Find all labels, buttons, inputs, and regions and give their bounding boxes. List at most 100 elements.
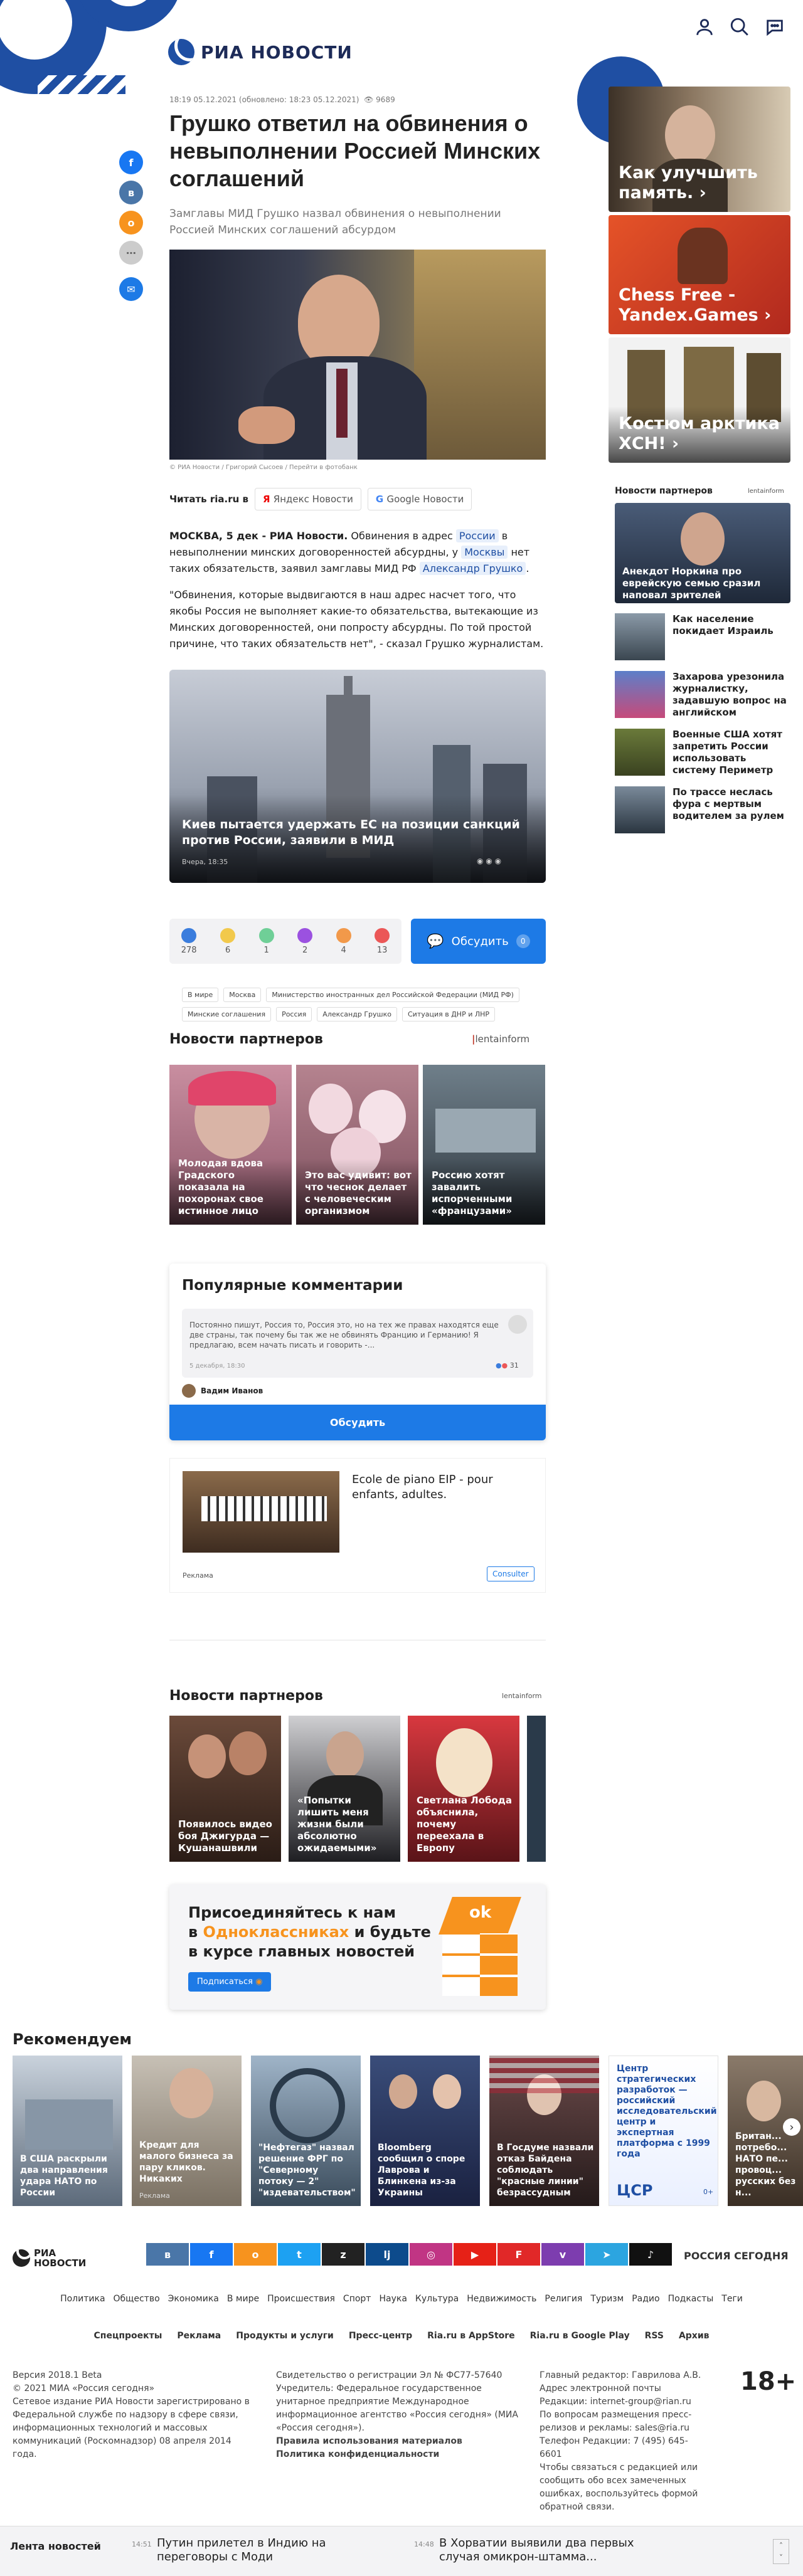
google-news-button[interactable]: G Google Новости bbox=[367, 488, 472, 510]
footer-logo[interactable]: РИА НОВОСТИ bbox=[13, 2248, 86, 2268]
tag[interactable]: Ситуация в ДНР и ЛНР bbox=[402, 1007, 496, 1021]
footer-link[interactable]: Теги bbox=[721, 2294, 743, 2304]
reaction-laugh[interactable]: 6 bbox=[220, 927, 236, 955]
ad-button[interactable]: Consulter bbox=[487, 1566, 534, 1581]
footer-link[interactable]: Происшествия bbox=[267, 2294, 335, 2304]
footer-link[interactable]: Ria.ru в AppStore bbox=[427, 2331, 515, 2341]
tag[interactable]: Министерство иностранных дел Российской … bbox=[266, 988, 519, 1002]
livejournal-icon[interactable]: lj bbox=[366, 2243, 408, 2266]
ok-icon[interactable]: о bbox=[119, 211, 143, 235]
subscribe-button[interactable]: Подписаться ◉ bbox=[188, 1972, 272, 1992]
like-icon[interactable] bbox=[508, 1315, 527, 1334]
right-partner-item[interactable]: Захарова урезонила журналистку, задавшую… bbox=[615, 671, 790, 719]
carousel-next-icon[interactable]: › bbox=[783, 2118, 800, 2136]
tiktok-icon[interactable]: ♪ bbox=[629, 2243, 672, 2266]
footer-link[interactable]: Спецпроекты bbox=[94, 2331, 162, 2341]
chat-icon[interactable] bbox=[764, 16, 785, 38]
twitter-icon[interactable]: t bbox=[278, 2243, 321, 2266]
ticker-label[interactable]: Лента новостей bbox=[10, 2540, 101, 2552]
footer-link[interactable]: В мире bbox=[227, 2294, 259, 2304]
partner-card[interactable]: «Попытки лишить меня жизни были абсолютн… bbox=[289, 1716, 400, 1862]
recommend-card[interactable]: Британ... потребо... НАТО пе... провоц..… bbox=[728, 2056, 803, 2206]
recommend-card[interactable]: В США раскрыли два направления удара НАТ… bbox=[13, 2056, 122, 2206]
tag-link-moscow[interactable]: Москвы bbox=[461, 546, 508, 559]
facebook-icon[interactable]: f bbox=[190, 2243, 233, 2266]
footer-link[interactable]: Общество bbox=[114, 2294, 160, 2304]
user-icon[interactable] bbox=[694, 16, 715, 38]
comments-icon[interactable]: ✉ bbox=[119, 277, 143, 301]
footer-link[interactable]: Ria.ru в Google Play bbox=[530, 2331, 630, 2341]
recommend-card[interactable]: "Нефтегаз" назвал решение ФРГ по "Северн… bbox=[251, 2056, 361, 2206]
lentainform-logo[interactable]: |lentainform bbox=[472, 1033, 529, 1045]
footer-link[interactable]: Экономика bbox=[168, 2294, 219, 2304]
footer-link[interactable]: Пресс-центр bbox=[349, 2331, 412, 2341]
tag[interactable]: Москва bbox=[223, 988, 262, 1002]
footer-link[interactable]: Правила использования материалов bbox=[276, 2435, 533, 2448]
footer-link[interactable]: Радио bbox=[632, 2294, 659, 2304]
partner-card[interactable]: Молодая вдова Градского показала на похо… bbox=[169, 1065, 292, 1225]
tag[interactable]: Россия bbox=[276, 1007, 312, 1021]
viber-icon[interactable]: v bbox=[541, 2243, 584, 2266]
reaction-like[interactable]: 278 bbox=[181, 927, 197, 955]
promo-card[interactable]: Chess Free - Yandex.Games › bbox=[609, 215, 790, 334]
tag-link-grushko[interactable]: Александр Грушко bbox=[419, 562, 526, 575]
rs-logo[interactable]: РОССИЯ СЕГОДНЯ bbox=[684, 2250, 789, 2262]
promo-card[interactable]: Как улучшить память. › bbox=[609, 87, 790, 212]
ticker-item[interactable]: В Хорватии выявили два первых случая оми… bbox=[439, 2536, 646, 2564]
tag[interactable]: В мире bbox=[182, 988, 219, 1002]
youtube-icon[interactable]: ▶ bbox=[454, 2243, 496, 2266]
zen-icon[interactable]: z bbox=[322, 2243, 364, 2266]
right-partner-item[interactable]: По трассе неслась фура с мертвым водител… bbox=[615, 786, 790, 833]
facebook-icon[interactable]: f bbox=[119, 150, 143, 174]
instagram-icon[interactable]: ◎ bbox=[410, 2243, 452, 2266]
footer-link[interactable]: Архив bbox=[679, 2331, 710, 2341]
footer-link[interactable]: Реклама bbox=[177, 2331, 221, 2341]
footer-link[interactable]: Политика bbox=[60, 2294, 105, 2304]
lentainform-logo[interactable]: lentainform bbox=[748, 488, 784, 495]
site-logo[interactable]: РИА НОВОСТИ bbox=[168, 39, 353, 65]
more-icon[interactable]: ⋯ bbox=[119, 241, 143, 265]
footer-link[interactable]: Туризм bbox=[590, 2294, 624, 2304]
recommend-card[interactable]: Центр стратегических разработок — россий… bbox=[609, 2056, 718, 2206]
popular-discuss-button[interactable]: Обсудить bbox=[169, 1405, 546, 1440]
article-photo[interactable] bbox=[169, 250, 546, 460]
footer-link[interactable]: Наука bbox=[379, 2294, 407, 2304]
ok-banner[interactable]: Присоединяйтесь к нам в Одноклассниках и… bbox=[169, 1884, 546, 2010]
comment-author[interactable]: Вадим Иванов bbox=[182, 1384, 263, 1398]
footer-link[interactable]: Подкасты bbox=[668, 2294, 714, 2304]
footer-link[interactable]: Недвижимость bbox=[467, 2294, 536, 2304]
footer-link[interactable]: Религия bbox=[545, 2294, 582, 2304]
search-icon[interactable] bbox=[729, 16, 750, 38]
partner-card[interactable]: Россию хотят завалить испорченными «фран… bbox=[423, 1065, 545, 1225]
reaction-dislike[interactable]: 13 bbox=[375, 927, 390, 955]
reaction-wow[interactable]: 1 bbox=[258, 927, 274, 955]
ticker-nav-icon[interactable]: ˄ ˅ bbox=[773, 2539, 789, 2564]
partner-card[interactable]: Появилось видео боя Джигурда — Кушанашви… bbox=[169, 1716, 281, 1862]
recommend-card[interactable]: Bloomberg сообщил о споре Лаврова и Блин… bbox=[370, 2056, 480, 2206]
partner-card[interactable]: Это вас удивит: вот что чеснок делает с … bbox=[296, 1065, 418, 1225]
tag[interactable]: Александр Грушко bbox=[317, 1007, 397, 1021]
promo-card[interactable]: Костюм арктика ХСН! › bbox=[609, 337, 790, 463]
discuss-button[interactable]: 💬 Обсудить 0 bbox=[411, 919, 546, 964]
footer-link[interactable]: Культура bbox=[415, 2294, 459, 2304]
ad-block[interactable]: Ecole de piano EIP - pour enfants, adult… bbox=[169, 1458, 546, 1593]
partner-card[interactable] bbox=[527, 1716, 546, 1862]
yandex-news-button[interactable]: Я Яндекс Новости bbox=[255, 488, 361, 510]
tag-link-russia[interactable]: России bbox=[455, 529, 499, 542]
vk-icon[interactable]: в bbox=[119, 181, 143, 204]
vk-icon[interactable]: в bbox=[146, 2243, 189, 2266]
ticker-item[interactable]: Путин прилетел в Индию на переговоры с М… bbox=[157, 2536, 364, 2564]
reaction-angry[interactable]: 4 bbox=[336, 927, 351, 955]
right-partner-feature[interactable]: Анекдот Норкина про еврейскую семью сраз… bbox=[615, 503, 790, 603]
footer-link[interactable]: Спорт bbox=[343, 2294, 371, 2304]
reaction-sad[interactable]: 2 bbox=[297, 927, 313, 955]
tag[interactable]: Минские соглашения bbox=[182, 1007, 272, 1021]
recommend-card[interactable]: В Госдуме назвали отказ Байдена соблюдат… bbox=[489, 2056, 599, 2206]
footer-link[interactable]: Продукты и услуги bbox=[236, 2331, 334, 2341]
telegram-icon[interactable]: ➤ bbox=[585, 2243, 628, 2266]
recommend-card[interactable]: Кредит для малого бизнеса за пару кликов… bbox=[132, 2056, 242, 2206]
comment-card[interactable]: Постоянно пишут, Россия то, Россия это, … bbox=[182, 1309, 533, 1378]
flipboard-icon[interactable]: F bbox=[497, 2243, 540, 2266]
lentainform-logo[interactable]: lentainform bbox=[502, 1692, 542, 1700]
ok-icon[interactable]: о bbox=[234, 2243, 277, 2266]
